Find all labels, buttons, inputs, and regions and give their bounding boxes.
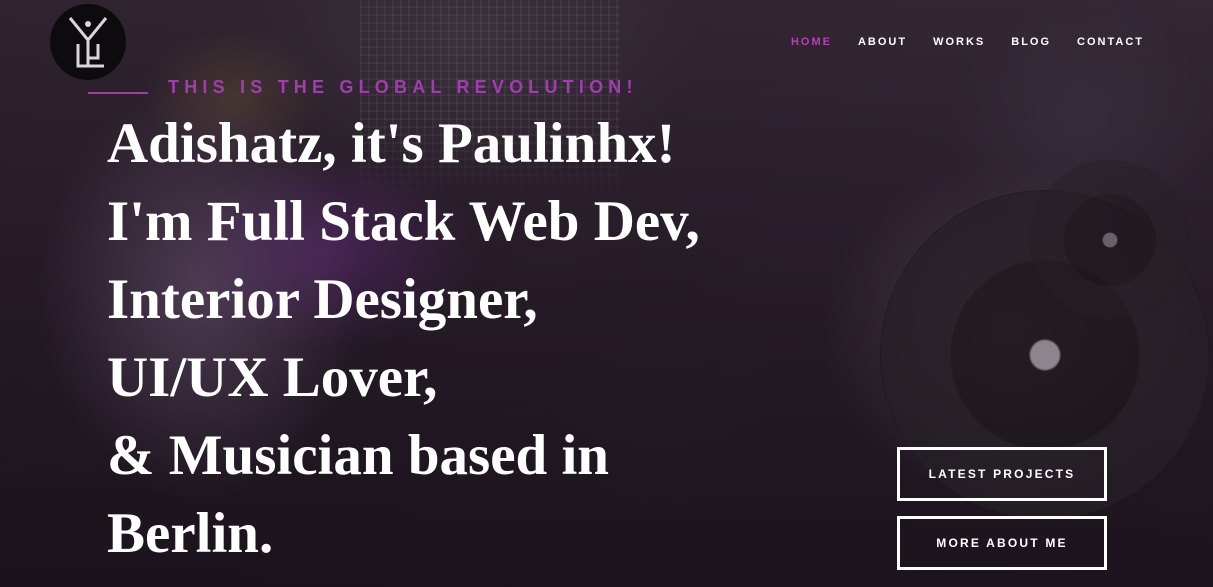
nav-item-blog[interactable]: BLOG	[1011, 36, 1051, 48]
latest-projects-button[interactable]: LATEST PROJECTS	[897, 447, 1107, 501]
nav-item-about[interactable]: ABOUT	[858, 36, 907, 48]
main-nav: HOME ABOUT WORKS BLOG CONTACT	[765, 36, 1144, 48]
hero-headline: Adishatz, it's Paulinhx! I'm Full Stack …	[107, 105, 827, 573]
hero-tagline: THIS IS THE GLOBAL REVOLUTION!	[168, 77, 638, 97]
headline-line: UI/UX Lover,	[107, 346, 438, 409]
headline-line: Interior Designer,	[107, 268, 538, 331]
headline-line: Berlin.	[107, 502, 274, 565]
nav-item-contact[interactable]: CONTACT	[1077, 36, 1144, 48]
nav-item-works[interactable]: WORKS	[933, 36, 985, 48]
headline-line: & Musician based in	[107, 424, 610, 487]
nav-item-home[interactable]: HOME	[791, 36, 832, 48]
monogram-logo-icon	[68, 17, 108, 68]
more-about-me-button[interactable]: MORE ABOUT ME	[897, 516, 1107, 570]
headline-line: I'm Full Stack Web Dev,	[107, 190, 700, 253]
logo-link[interactable]	[50, 4, 126, 80]
tagline-divider	[88, 92, 148, 94]
headline-line: Adishatz, it's Paulinhx!	[107, 112, 676, 175]
